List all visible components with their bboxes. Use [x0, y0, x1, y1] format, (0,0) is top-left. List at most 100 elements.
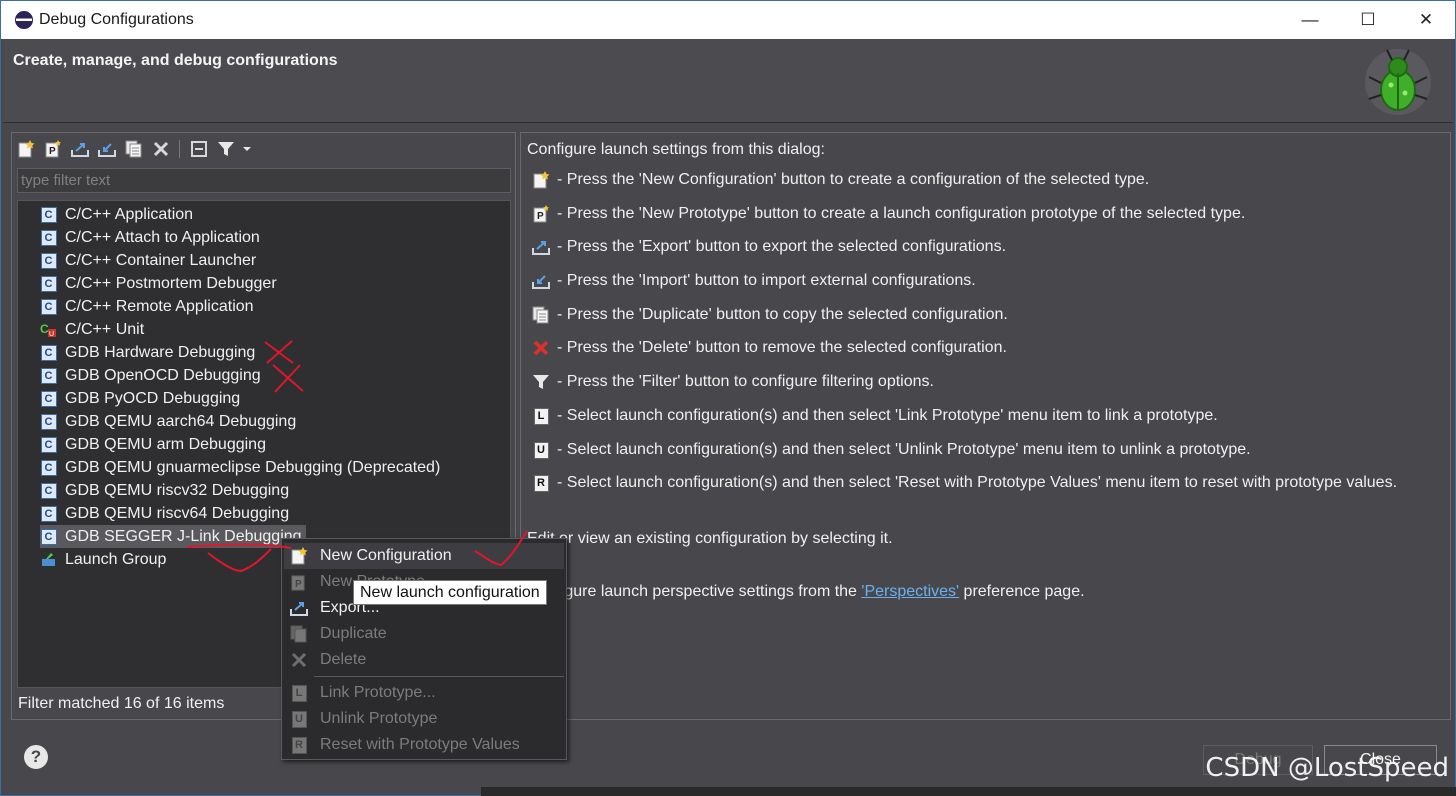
reset-prototype-icon: R: [290, 736, 308, 754]
tree-item-gdb-segger-jlink[interactable]: C GDB SEGGER J-Link Debugging: [40, 525, 306, 548]
menu-item-link-prototype[interactable]: L Link Prototype...: [284, 680, 564, 706]
tree-item-launch-group[interactable]: Launch Group: [40, 548, 170, 571]
delete-icon[interactable]: [149, 138, 172, 161]
c-icon: C: [40, 505, 57, 522]
tree-item-label: C/C++ Attach to Application: [65, 228, 260, 246]
help-text: - Select launch configuration(s) and the…: [557, 474, 1398, 491]
duplicate-icon[interactable]: [122, 138, 145, 161]
c-icon: C: [40, 436, 57, 453]
help-icon[interactable]: ?: [24, 745, 48, 769]
new-prototype-icon: P: [290, 573, 308, 591]
c-icon: C: [40, 413, 57, 430]
help-text: - Press the 'New Configuration' button t…: [557, 171, 1150, 188]
new-prototype-icon: P: [531, 204, 551, 224]
new-prototype-icon[interactable]: P: [41, 138, 64, 161]
tree-item-label: C/C++ Remote Application: [65, 297, 254, 315]
background-strip: [481, 787, 1456, 796]
menu-item-delete[interactable]: Delete: [284, 647, 564, 673]
new-config-icon: [290, 547, 308, 565]
help-row-link-prototype: L - Select launch configuration(s) and t…: [531, 406, 1218, 426]
menu-item-label: New Configuration: [320, 547, 452, 564]
title-bar: Debug Configurations — ☐ ✕: [1, 1, 1455, 39]
menu-item-duplicate[interactable]: Duplicate: [284, 621, 564, 647]
menu-item-label: Delete: [320, 651, 367, 668]
context-menu: New Configuration P New Prototype Export…: [281, 538, 567, 760]
tree-item-label: GDB QEMU riscv32 Debugging: [65, 481, 290, 499]
tree-item-label: GDB PyOCD Debugging: [65, 389, 241, 407]
c-icon: C: [40, 229, 57, 246]
import-icon[interactable]: [95, 138, 118, 161]
tree-item-label: GDB QEMU aarch64 Debugging: [65, 412, 297, 430]
tree-item-gdb-qemu-riscv64[interactable]: C GDB QEMU riscv64 Debugging: [40, 502, 293, 525]
help-row-reset-prototype: R - Select launch configuration(s) and t…: [531, 473, 1397, 493]
collapse-all-icon[interactable]: [187, 138, 210, 161]
import-icon: [531, 271, 551, 291]
debug-configurations-dialog: Debug Configurations — ☐ ✕ Create, manag…: [0, 0, 1456, 796]
tree-item-label: GDB QEMU arm Debugging: [65, 435, 266, 453]
link-prototype-icon: L: [531, 406, 551, 426]
reset-prototype-icon: R: [531, 473, 551, 493]
c-icon: C: [40, 252, 57, 269]
tree-item-label: C/C++ Unit: [65, 320, 145, 338]
help-text: - Press the 'Filter' button to configure…: [557, 373, 934, 390]
delete-icon: [290, 651, 308, 669]
tree-item-cpp-application[interactable]: C C/C++ Application: [40, 203, 197, 226]
chevron-down-icon[interactable]: [241, 138, 253, 161]
window-controls: — ☐ ✕: [1281, 1, 1455, 39]
minimize-button[interactable]: —: [1281, 1, 1339, 39]
configuration-toolbar: P: [14, 135, 253, 163]
tree-item-cpp-attach[interactable]: C C/C++ Attach to Application: [40, 226, 264, 249]
tree-item-cpp-unit[interactable]: CU C/C++ Unit: [40, 318, 148, 341]
c-icon: C: [40, 528, 57, 545]
menu-item-unlink-prototype[interactable]: U Unlink Prototype: [284, 706, 564, 732]
export-icon: [531, 237, 551, 257]
c-icon: C: [40, 367, 57, 384]
tree-item-label: GDB SEGGER J-Link Debugging: [65, 527, 302, 545]
help-row-import: - Press the 'Import' button to import ex…: [531, 271, 976, 291]
tree-item-gdb-qemu-aarch64[interactable]: C GDB QEMU aarch64 Debugging: [40, 410, 300, 433]
filter-input[interactable]: [17, 168, 511, 193]
menu-item-reset-prototype[interactable]: R Reset with Prototype Values: [284, 732, 564, 758]
watermark: CSDN @LostSpeed: [1205, 753, 1449, 783]
menu-item-label: Unlink Prototype: [320, 710, 438, 727]
export-icon: [290, 599, 308, 617]
duplicate-icon: [531, 305, 551, 325]
perspectives-text-after: preference page.: [959, 583, 1085, 600]
tree-item-gdb-openocd[interactable]: C GDB OpenOCD Debugging: [40, 364, 265, 387]
tree-item-gdb-pyocd[interactable]: C GDB PyOCD Debugging: [40, 387, 244, 410]
maximize-button[interactable]: ☐: [1339, 1, 1397, 39]
tree-item-gdb-qemu-riscv32[interactable]: C GDB QEMU riscv32 Debugging: [40, 479, 293, 502]
tree-item-label: Launch Group: [65, 550, 167, 568]
help-text: - Select launch configuration(s) and the…: [557, 441, 1251, 458]
tree-item-gdb-qemu-arm[interactable]: C GDB QEMU arm Debugging: [40, 433, 270, 456]
help-text: - Press the 'Duplicate' button to copy t…: [557, 306, 1008, 323]
new-config-icon[interactable]: [14, 138, 37, 161]
c-icon: C: [40, 206, 57, 223]
tree-item-cpp-postmortem[interactable]: C C/C++ Postmortem Debugger: [40, 272, 281, 295]
tree-item-gdb-qemu-gnuarmeclipse[interactable]: C GDB QEMU gnuarmeclipse Debugging (Depr…: [40, 456, 444, 479]
c-icon: C: [40, 344, 57, 361]
help-text: - Press the 'Import' button to import ex…: [557, 272, 976, 289]
unit-icon: CU: [40, 321, 57, 338]
help-row-delete: - Press the 'Delete' button to remove th…: [531, 338, 1007, 358]
menu-item-new-configuration[interactable]: New Configuration: [284, 543, 564, 569]
eclipse-icon: [15, 11, 33, 29]
export-icon[interactable]: [68, 138, 91, 161]
svg-text:U: U: [49, 331, 54, 338]
window-title: Debug Configurations: [39, 11, 194, 28]
edit-instructions: Edit or view an existing configuration b…: [527, 530, 893, 547]
filter-icon[interactable]: [214, 138, 237, 161]
perspectives-link[interactable]: 'Perspectives': [861, 583, 959, 600]
tree-item-cpp-remote[interactable]: C C/C++ Remote Application: [40, 295, 258, 318]
close-window-button[interactable]: ✕: [1397, 1, 1455, 39]
duplicate-icon: [290, 625, 308, 643]
filter-icon: [531, 372, 551, 392]
help-text: - Select launch configuration(s) and the…: [557, 407, 1218, 424]
c-icon: C: [40, 459, 57, 476]
help-row-unlink-prototype: U - Select launch configuration(s) and t…: [531, 440, 1251, 460]
tree-item-label: GDB Hardware Debugging: [65, 343, 256, 361]
new-config-icon: [531, 170, 551, 190]
c-icon: C: [40, 390, 57, 407]
tree-item-gdb-hardware[interactable]: C GDB Hardware Debugging: [40, 341, 259, 364]
tree-item-cpp-container[interactable]: C C/C++ Container Launcher: [40, 249, 260, 272]
